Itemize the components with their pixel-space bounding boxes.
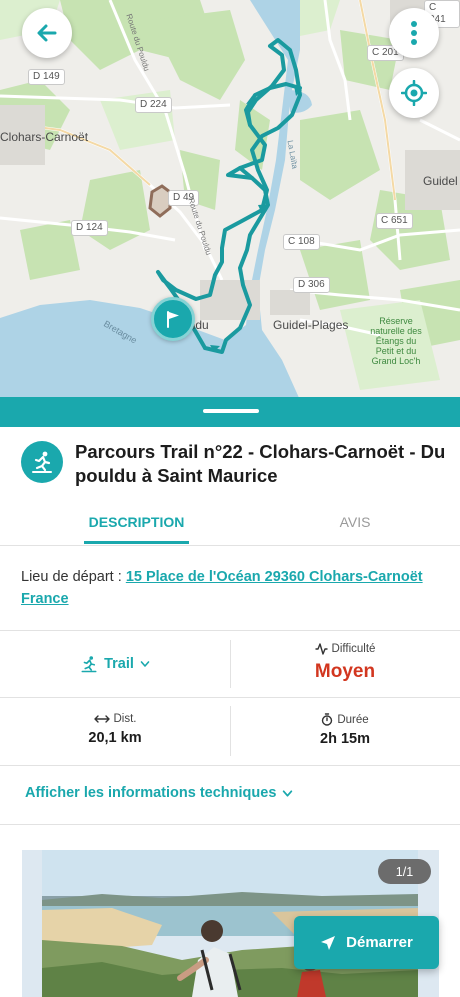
route-header: Parcours Trail n°22 - Clohars-Carnoët - … xyxy=(0,427,460,499)
photo-counter: 1/1 xyxy=(378,859,431,884)
route-title: Parcours Trail n°22 - Clohars-Carnoët - … xyxy=(75,441,446,486)
difficulty-value: Moyen xyxy=(314,661,376,682)
activity-type-selector[interactable]: Trail xyxy=(0,655,230,673)
duration-value: 2h 15m xyxy=(320,731,370,747)
tab-bar-divider xyxy=(0,545,460,546)
town-label-guidel-plages: Guidel-Plages xyxy=(273,318,349,332)
distance-value: 20,1 km xyxy=(88,730,142,746)
departure-label: Lieu de départ : xyxy=(21,569,126,585)
difficulty-stat: Difficulté Moyen xyxy=(230,643,460,683)
road-label-c108: C 108 xyxy=(283,234,320,250)
bottom-sheet-header[interactable] xyxy=(0,397,460,427)
locate-me-button[interactable] xyxy=(389,68,439,118)
crosshair-target-icon xyxy=(401,80,427,106)
nature-reserve-label: Réserve naturelle des Étangs du Petit et… xyxy=(370,316,422,366)
divider xyxy=(0,765,460,766)
tab-description[interactable]: DESCRIPTION xyxy=(84,499,189,545)
tab-avis[interactable]: AVIS xyxy=(305,499,405,545)
arrow-left-icon xyxy=(37,24,57,42)
chevron-down-icon xyxy=(140,661,150,667)
start-button-label: Démarrer xyxy=(346,934,413,951)
start-navigation-button[interactable]: Démarrer xyxy=(294,916,439,969)
back-button[interactable] xyxy=(22,8,72,58)
pulse-icon xyxy=(315,643,328,655)
technical-info-toggle[interactable]: Afficher les informations techniques xyxy=(25,785,293,801)
distance-label: Dist. xyxy=(113,713,137,725)
vertical-dots-icon xyxy=(411,21,417,45)
divider xyxy=(0,697,460,698)
difficulty-label: Difficulté xyxy=(331,643,376,655)
arrows-horizontal-icon xyxy=(93,715,110,723)
stopwatch-icon xyxy=(322,713,333,726)
road-label-d224: D 224 xyxy=(135,97,172,113)
active-tab-indicator xyxy=(84,541,189,544)
start-point-marker[interactable] xyxy=(151,297,195,341)
town-label-guidel: Guidel xyxy=(423,174,458,188)
flag-icon xyxy=(167,311,179,328)
road-label-d149: D 149 xyxy=(28,69,65,85)
road-label-d124: D 124 xyxy=(71,220,108,236)
activity-type-value: Trail xyxy=(104,656,134,672)
runner-icon xyxy=(32,451,52,473)
activity-badge xyxy=(21,441,63,483)
town-label-clohars: Clohars-Carnoët xyxy=(0,130,89,144)
road-label-c651: C 651 xyxy=(376,213,413,229)
navigation-arrow-icon xyxy=(321,935,336,950)
duration-stat: Durée 2h 15m xyxy=(230,713,460,747)
duration-label: Durée xyxy=(337,713,369,726)
chevron-down-icon xyxy=(283,789,293,797)
road-label-d306: D 306 xyxy=(293,277,330,293)
drag-handle[interactable] xyxy=(203,409,259,413)
departure-location: Lieu de départ : 15 Place de l'Océan 293… xyxy=(21,566,446,610)
tab-bar: DESCRIPTION AVIS xyxy=(0,499,460,545)
technical-info-label: Afficher les informations techniques xyxy=(25,785,277,801)
runner-icon xyxy=(81,656,97,673)
divider xyxy=(0,630,460,631)
divider xyxy=(0,824,460,825)
map-view[interactable]: D 149 D 224 D 124 D 49 C 341 C 201 C 651… xyxy=(0,0,460,400)
distance-stat: Dist. 20,1 km xyxy=(0,713,230,746)
more-options-button[interactable] xyxy=(389,8,439,58)
